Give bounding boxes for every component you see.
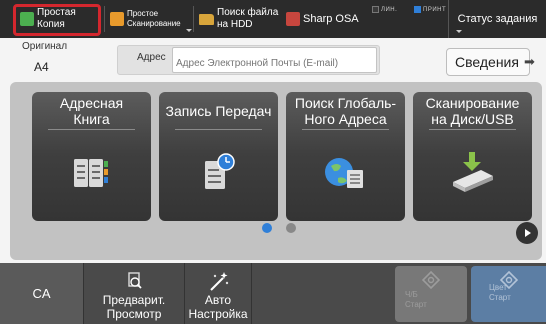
auto-setting-button[interactable]: Авто Настройка [185,263,251,324]
job-status-label: Статус задания [457,13,538,25]
folder-icon [199,13,214,25]
tile-global-address-search-line1: Поиск Глобаль- [294,95,397,111]
play-right-icon [525,229,531,237]
print-indicator: ПРИНТ [414,6,446,13]
tab-sharp-osa[interactable]: Sharp OSA [286,0,359,38]
tab-simple-copy-line1: Простая [37,7,76,18]
tile-transmission-log[interactable]: Запись Передач [159,92,278,221]
global-address-icon [325,158,363,188]
magic-wand-icon [210,272,229,291]
tile-address-book[interactable]: Адресная Книга [32,92,151,221]
tab-hdd-file-search-line2: на HDD [217,19,253,30]
bottom-divider [251,263,252,324]
print-indicator-lamp [414,6,421,13]
tab-hdd-file-search[interactable]: Поиск файла на HDD [199,0,278,38]
tab-hdd-file-search-line1: Поиск файла [217,7,279,18]
tile-transmission-log-line1: Запись Передач [165,103,272,119]
original-label: Оригинал [22,41,68,52]
original-size-value[interactable]: A4 [34,60,49,74]
bw-start-button[interactable]: Ч/Б Старт [395,266,467,322]
copy-icon [20,12,34,26]
tile-divider [175,129,262,130]
details-button[interactable]: Сведения ➡ [446,48,535,76]
preview-label-line1: Предварит. [102,293,166,307]
clear-all-label: CA [32,286,51,301]
tile-address-book-line2: Книга [73,111,110,127]
scan-icon [110,12,124,26]
tab-simple-copy[interactable]: Простая Копия [20,0,76,38]
tile-address-book-line1: Адресная [59,95,124,111]
auto-setting-label-line1: Авто [204,293,232,307]
address-label: Адрес [137,52,166,63]
preview-icon [128,272,142,289]
tab-simple-scan-line2: Сканирование [127,19,181,28]
print-indicator-label: ПРИНТ [423,6,447,13]
color-start-label-line2: Старт [489,293,511,302]
page-indicator[interactable] [286,223,296,233]
job-status-button[interactable]: Статус задания [448,0,546,38]
transmission-log-icon [205,153,235,189]
address-book-icon [74,159,108,187]
tab-divider [104,6,105,32]
line-indicator-label: ЛИН. [381,6,398,13]
details-label: Сведения [455,54,519,70]
usb-disk-icon [453,152,493,192]
preview-button[interactable]: Предварит. Просмотр [84,263,184,324]
tab-simple-scan[interactable]: Простое Сканирование [110,0,181,38]
bw-start-label-line2: Старт [405,300,427,309]
color-start-button[interactable]: Цвет Старт [471,266,546,322]
arrow-right-icon: ➡ [523,54,535,69]
email-address-input[interactable] [172,47,377,73]
tab-simple-scan-line1: Простое [127,9,159,18]
auto-setting-label-line2: Настройка [188,307,248,321]
tile-global-address-search-line2: Ного Адреса [304,111,387,127]
color-start-label-line1: Цвет [489,283,507,292]
tab-divider [193,6,194,32]
tile-divider [302,129,389,130]
page-indicator-active[interactable] [262,223,272,233]
tile-scan-to-disk-usb[interactable]: Сканирование на Диск/USB [413,92,532,221]
tab-simple-copy-line2: Копия [37,19,65,30]
start-diamond-icon [422,271,440,289]
tile-scan-to-disk-usb-line2: на Диск/USB [431,111,514,127]
tile-global-address-search[interactable]: Поиск Глобаль- Ного Адреса [286,92,405,221]
tile-divider [48,129,135,130]
tile-scan-to-disk-usb-line1: Сканирование [425,95,520,111]
line-indicator-lamp [372,6,379,13]
line-indicator: ЛИН. [372,6,397,13]
clear-all-button[interactable]: CA [0,263,83,324]
osa-icon [286,12,300,26]
preview-label-line2: Просмотр [106,307,162,321]
bw-start-label-line1: Ч/Б [405,290,418,299]
tab-sharp-osa-label: Sharp OSA [303,13,359,25]
chevron-down-icon [186,29,192,32]
tile-divider [429,129,516,130]
next-page-button[interactable] [516,222,538,244]
